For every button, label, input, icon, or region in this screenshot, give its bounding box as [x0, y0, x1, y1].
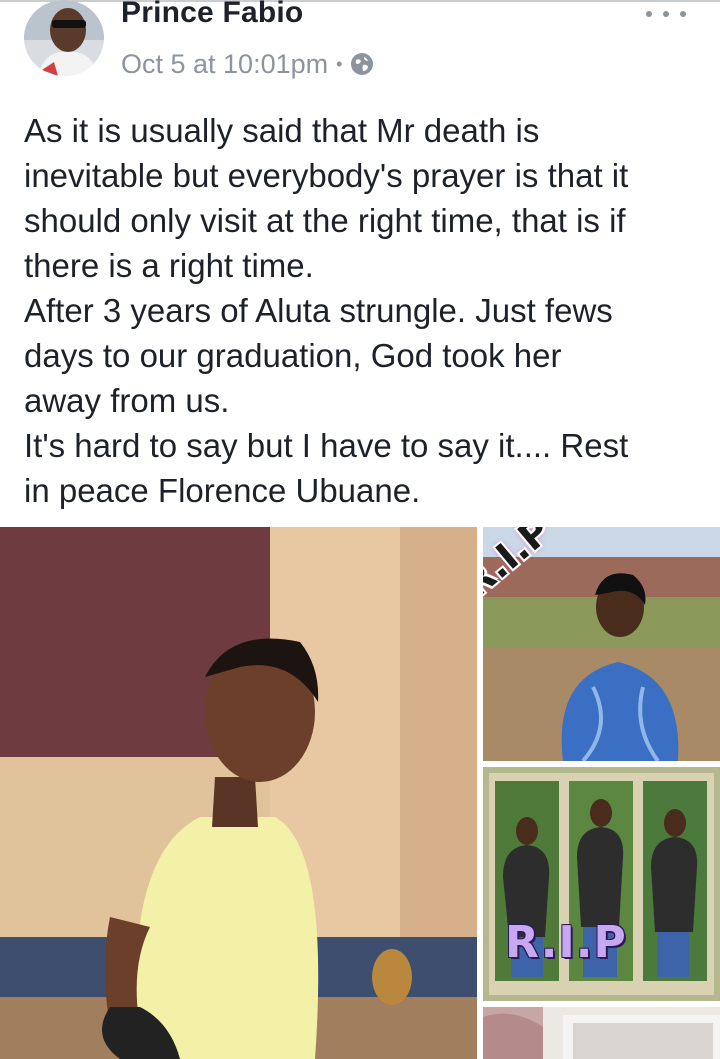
- post-text-line: should only visit at the right time, tha…: [24, 202, 626, 239]
- more-dot: [663, 11, 669, 17]
- post-meta: Oct 5 at 10:01pm •: [121, 46, 374, 82]
- post-text-line: away from us.: [24, 382, 230, 419]
- top-divider: [0, 0, 720, 2]
- post-text-line: there is a right time.: [24, 247, 314, 284]
- post-timestamp[interactable]: Oct 5 at 10:01pm: [121, 49, 328, 80]
- post-text-line: days to our graduation, God took her: [24, 337, 562, 374]
- photo-middle-right[interactable]: R.I.P: [483, 767, 720, 1001]
- post-text-line: It's hard to say but I have to say it...…: [24, 427, 629, 464]
- author-avatar[interactable]: [24, 0, 104, 76]
- post-text: As it is usually said that Mr death is i…: [24, 108, 714, 513]
- author-name[interactable]: Prince Fabio: [121, 0, 303, 30]
- more-options-icon[interactable]: [646, 6, 686, 22]
- photo-bottom-right[interactable]: [483, 1007, 720, 1059]
- post-text-line: inevitable but everybody's prayer is tha…: [24, 157, 629, 194]
- post-text-line: As it is usually said that Mr death is: [24, 112, 540, 149]
- photo-main[interactable]: [0, 527, 477, 1059]
- globe-icon[interactable]: [350, 52, 374, 76]
- photo-grid: R.I.P R.I.P: [0, 527, 720, 1059]
- more-dot: [646, 11, 652, 17]
- post-text-line: in peace Florence Ubuane.: [24, 472, 421, 509]
- more-dot: [680, 11, 686, 17]
- meta-separator: •: [336, 53, 343, 74]
- photo-top-right[interactable]: R.I.P: [483, 527, 720, 761]
- rip-overlay-bottom: R.I.P: [505, 917, 627, 968]
- post-text-line: After 3 years of Aluta strungle. Just fe…: [24, 292, 613, 329]
